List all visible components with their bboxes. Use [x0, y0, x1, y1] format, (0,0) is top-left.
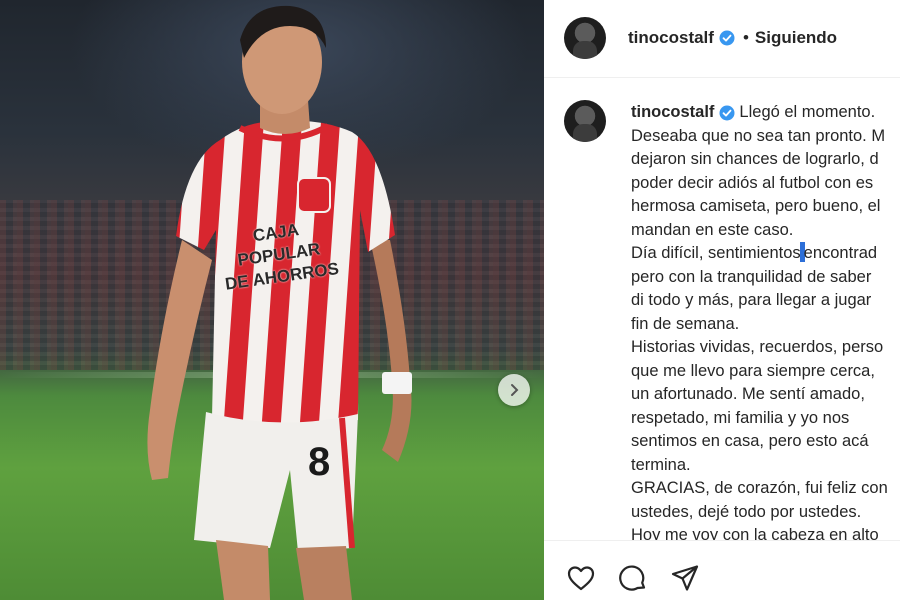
comment-icon[interactable] — [618, 563, 648, 593]
caption-area[interactable]: tinocostalf Llegó el momento. Deseaba que… — [544, 79, 900, 540]
caption-line: poder decir adiós al futbol con es — [631, 173, 874, 192]
player-figure — [147, 5, 412, 600]
verified-badge-icon — [719, 105, 735, 121]
caption-line-text: Día difícil, sentimientos — [631, 244, 801, 262]
caption-line: di todo y más, para llegar a jugar — [631, 291, 872, 309]
caption-line-text: encontrad — [803, 244, 878, 262]
caption-line: un afortunado. Me sentí amado, — [631, 385, 865, 403]
shorts-number: 8 — [308, 440, 331, 484]
post-header: tinocostalf • Siguiendo — [544, 0, 900, 78]
post-photo[interactable]: CAJA POPULAR DE AHORROS 8 — [0, 0, 544, 600]
caption-line: termina. — [631, 455, 691, 474]
caption-line: Historias vividas, recuerdos, perso — [631, 338, 884, 356]
avatar[interactable] — [564, 17, 606, 59]
heart-icon[interactable] — [566, 563, 596, 593]
caption-text: tinocostalf Llegó el momento. Deseaba que… — [631, 101, 900, 540]
caption-line: tinocostalf Llegó el momento. — [631, 101, 900, 125]
caption-line-text: Llegó el momento. — [739, 103, 876, 121]
next-photo-button[interactable] — [498, 374, 530, 406]
post-side-panel: tinocostalf • Siguiendo tinocostalf Llegó… — [544, 0, 900, 600]
username-link[interactable]: tinocostalf — [628, 28, 714, 48]
caption-line: sentimos en casa, pero esto acá — [631, 432, 869, 450]
caption-line: Hoy me voy con la cabeza en alto — [631, 526, 879, 540]
caption-username[interactable]: tinocostalf — [631, 103, 714, 121]
caption-line: Deseaba que no sea tan pronto. M — [631, 126, 886, 145]
caption-line: GRACIAS, de corazón, fui feliz con — [631, 479, 888, 497]
caption-line: que me llevo para siempre cerca, — [631, 361, 875, 380]
following-button[interactable]: Siguiendo — [755, 28, 837, 48]
action-bar — [544, 540, 900, 600]
caption-line: dejaron sin chances de lograrlo, d — [631, 150, 879, 168]
verified-badge-icon — [719, 30, 735, 46]
send-icon[interactable] — [670, 563, 700, 593]
chevron-right-icon — [511, 384, 519, 396]
caption-line: respetado, mi familia y yo nos — [631, 408, 850, 427]
caption-line: hermosa camiseta, pero bueno, el — [631, 197, 881, 215]
caption-line: ustedes, dejé todo por ustedes. — [631, 502, 862, 521]
header-row: tinocostalf • Siguiendo — [628, 28, 837, 48]
caption-line: pero con la tranquilidad de saber — [631, 267, 872, 286]
caption-line: mandan en este caso. — [631, 220, 794, 239]
avatar[interactable] — [564, 100, 606, 142]
caption-line: fin de semana. — [631, 314, 740, 333]
caption-line: Día difícil, sentimientos encontrad — [631, 242, 900, 266]
separator-dot: • — [742, 28, 749, 47]
